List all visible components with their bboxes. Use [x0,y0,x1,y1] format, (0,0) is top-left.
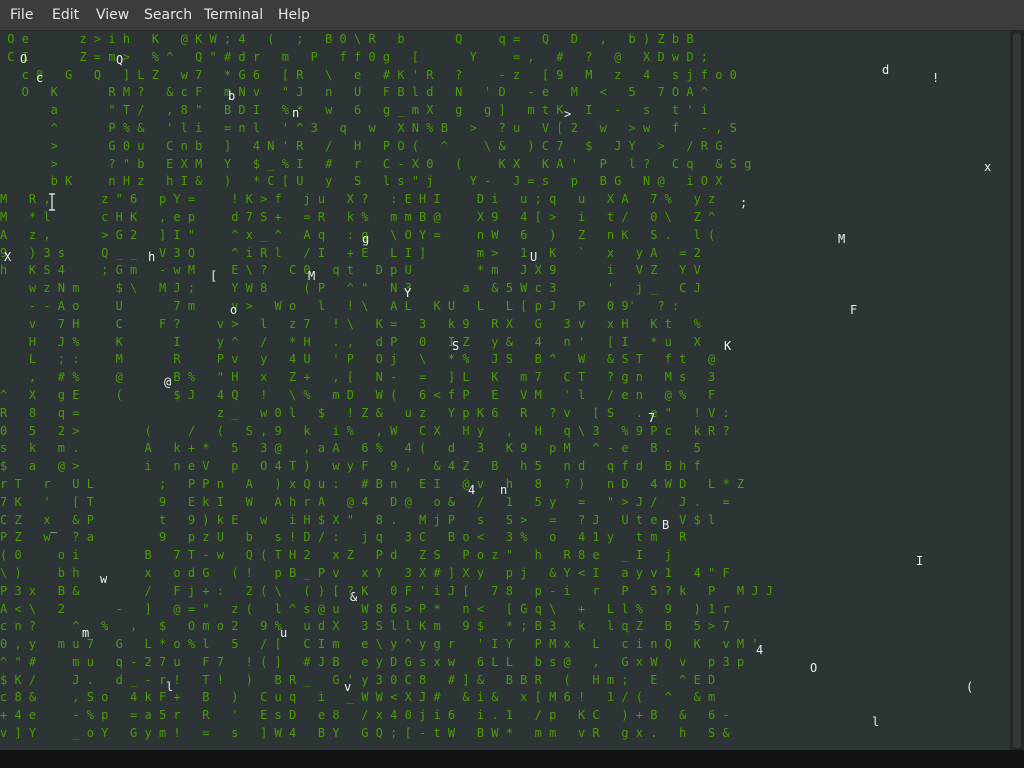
highlight-char: O [810,661,818,675]
menu-edit[interactable]: Edit [52,0,79,30]
highlight-char: [ [210,269,218,283]
highlight-char: l [872,715,880,729]
highlight-char: S [452,339,460,353]
terminal-area[interactable]: O e z > i h K @ K W ; 4 ( ; B 0 \ R b Q … [0,31,1010,750]
highlight-char: U [530,250,538,264]
highlight-char: _ [50,519,58,533]
highlight-char: 7 [648,411,656,425]
highlight-char: K [724,339,732,353]
menu-view[interactable]: View [96,0,129,30]
menu-help[interactable]: Help [278,0,310,30]
highlight-char: v [344,680,352,694]
highlight-char: ( [966,680,974,694]
highlight-char: m [82,626,90,640]
highlight-char: M [308,269,316,283]
highlight-char: X [4,250,12,264]
matrix-rain-output: O e z > i h K @ K W ; 4 ( ; B 0 \ R b Q … [0,32,774,741]
highlight-char: w [100,572,108,586]
highlight-char: > [564,107,572,121]
highlight-char: 4 [756,643,764,657]
mouse-ibeam-cursor-icon [49,193,55,211]
highlight-char: c [36,71,44,85]
highlight-char: @ [164,375,172,389]
menu-file[interactable]: File [10,0,33,30]
highlight-char: l [166,680,174,694]
highlight-char: b [228,89,236,103]
highlight-char: ! [932,71,940,85]
highlight-char: B [662,518,670,532]
highlight-char: d [882,63,890,77]
highlight-char: I [916,554,924,568]
highlight-char: h [148,250,156,264]
highlight-char: O [20,52,28,66]
highlight-char: & [350,590,358,604]
window-bottom-edge [0,750,1024,768]
highlight-char: n [500,483,508,497]
highlight-char: Y [404,286,412,300]
scrollbar-thumb[interactable] [1013,33,1021,748]
highlight-char: ; [740,196,748,210]
highlight-char: g [362,232,370,246]
menu-search[interactable]: Search [144,0,192,30]
terminal-scrollbar[interactable] [1010,31,1024,750]
highlight-char: n [292,106,300,120]
highlight-char: 4 [468,483,476,497]
highlight-char: M [838,232,846,246]
menu-terminal[interactable]: Terminal [204,0,263,30]
highlight-char: Q [116,53,124,67]
menu-bar: File Edit View Search Terminal Help [0,0,1024,31]
highlight-char: x [984,160,992,174]
highlight-char: o [230,303,238,317]
highlight-char: F [850,303,858,317]
highlight-char: u [280,626,288,640]
